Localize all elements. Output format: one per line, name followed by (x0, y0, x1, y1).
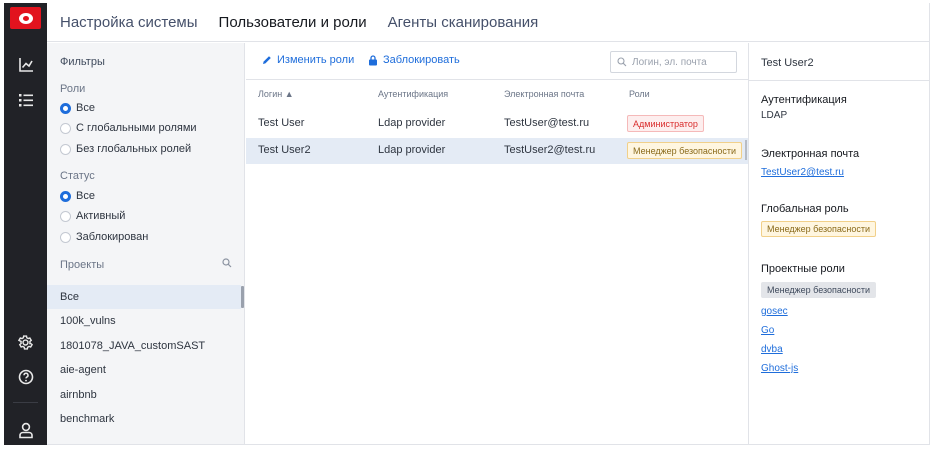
project-roles-label: Проектные роли (761, 263, 845, 275)
projects-filter-label: Проекты (60, 259, 105, 271)
email-label: Электронная почта (761, 148, 860, 160)
project-item[interactable]: aie-agent (47, 358, 241, 382)
logo-icon[interactable] (10, 7, 41, 29)
rail-divider (13, 402, 38, 403)
cell-email: TestUser@test.ru (504, 117, 590, 129)
status-filter-label: Статус (60, 170, 95, 182)
search-input[interactable]: Логин, эл. почта (610, 51, 737, 73)
roles-radio-all[interactable]: Все (60, 100, 95, 116)
table-row[interactable]: Test User2 Ldap provider TestUser2@test.… (246, 138, 748, 164)
role-badge: Администратор (627, 115, 704, 132)
project-item[interactable]: 1801078_JAVA_customSAST (47, 334, 241, 358)
user-icon[interactable] (4, 413, 47, 447)
table-scrollbar[interactable] (745, 140, 747, 160)
chart-icon[interactable] (4, 48, 47, 82)
auth-value: LDAP (761, 110, 788, 121)
block-button[interactable]: Заблокировать (368, 54, 460, 66)
project-link[interactable]: Ghost-js (761, 363, 798, 374)
search-icon[interactable] (222, 257, 232, 271)
frame-border (929, 3, 930, 445)
cell-auth: Ldap provider (378, 144, 446, 156)
search-icon (617, 57, 627, 67)
filters-title: Фильтры (60, 56, 105, 68)
radio-checked-icon (60, 102, 71, 114)
status-radio-active[interactable]: Активный (60, 208, 125, 224)
status-radio-blocked[interactable]: Заблокирован (60, 229, 148, 245)
global-role-badge: Менеджер безопасности (761, 221, 877, 237)
tab-scan-agents[interactable]: Агенты сканирования (388, 14, 539, 31)
edit-roles-button[interactable]: Изменить роли (262, 54, 354, 66)
project-link[interactable]: gosec (761, 306, 788, 317)
cell-email: TestUser2@test.ru (504, 144, 596, 156)
radio-checked-icon (60, 190, 71, 202)
project-link[interactable]: dvba (761, 344, 783, 355)
table-row[interactable]: Test User Ldap provider TestUser@test.ru… (246, 111, 748, 137)
col-header-login[interactable]: Логин ▲ (258, 89, 294, 99)
radio-unchecked-icon (60, 210, 71, 222)
divider (749, 80, 930, 81)
help-icon[interactable] (4, 360, 47, 394)
radio-unchecked-icon (60, 231, 71, 243)
cell-login: Test User2 (258, 144, 311, 156)
list-icon[interactable] (4, 83, 47, 117)
auth-label: Аутентификация (761, 94, 847, 106)
projects-scrollbar[interactable] (241, 286, 244, 308)
filters-panel: Фильтры Роли Все С глобальными ролями Бе… (47, 43, 245, 444)
project-item[interactable]: benchmark (47, 407, 241, 431)
details-title: Test User2 (761, 57, 814, 69)
cell-auth: Ldap provider (378, 117, 446, 129)
pencil-icon (263, 56, 271, 64)
tab-users-roles[interactable]: Пользователи и роли (219, 14, 367, 31)
users-table-area: Изменить роли Заблокировать Логин, эл. п… (246, 43, 748, 444)
lock-icon (369, 54, 377, 65)
table-toolbar: Изменить роли Заблокировать Логин, эл. п… (246, 43, 748, 80)
gear-icon[interactable] (4, 325, 47, 359)
search-placeholder: Логин, эл. почта (632, 56, 707, 68)
top-nav: Настройка системы Пользователи и роли Аг… (47, 3, 930, 42)
project-link[interactable]: Go (761, 325, 774, 336)
user-details-panel: Test User2 Аутентификация LDAP Электронн… (748, 43, 930, 444)
radio-unchecked-icon (60, 122, 71, 134)
cell-login: Test User (258, 117, 305, 129)
left-rail (4, 3, 47, 445)
project-role-badge: Менеджер безопасности (761, 282, 877, 298)
role-badge: Менеджер безопасности (627, 142, 743, 159)
col-header-auth[interactable]: Аутентификация (378, 89, 448, 99)
project-item[interactable]: Все (47, 285, 241, 309)
roles-radio-no-global[interactable]: Без глобальных ролей (60, 141, 191, 157)
project-item[interactable]: 100k_vulns (47, 309, 241, 333)
email-link[interactable]: TestUser2@test.ru (761, 167, 844, 178)
frame-border (47, 444, 930, 445)
col-header-roles[interactable]: Роли (629, 89, 650, 99)
roles-radio-global[interactable]: С глобальными ролями (60, 120, 197, 136)
global-role-label: Глобальная роль (761, 203, 849, 215)
project-item[interactable]: airnbnb (47, 383, 241, 407)
roles-filter-label: Роли (60, 83, 86, 95)
app-window: Настройка системы Пользователи и роли Аг… (0, 0, 934, 452)
col-header-email[interactable]: Электронная почта (504, 89, 584, 99)
status-radio-all[interactable]: Все (60, 188, 95, 204)
radio-unchecked-icon (60, 143, 71, 155)
tab-system-settings[interactable]: Настройка системы (60, 14, 198, 31)
